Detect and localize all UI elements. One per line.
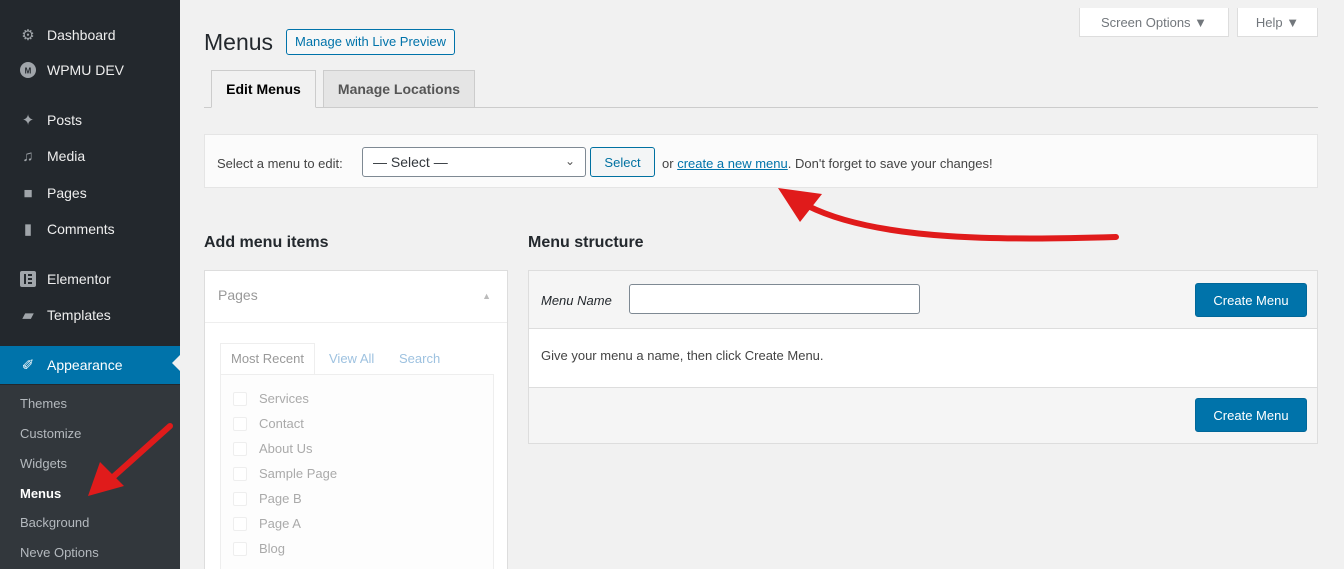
- sidebar-item-posts[interactable]: ✦ Posts: [0, 103, 180, 137]
- sidebar-item-comments[interactable]: ▮ Comments: [0, 212, 180, 246]
- svg-text:M: M: [25, 67, 32, 76]
- submenu-widgets[interactable]: Widgets: [20, 456, 67, 471]
- pin-icon: ✦: [21, 112, 35, 129]
- menu-select-bar: Select a menu to edit: — Select — ⌄ Sele…: [204, 134, 1318, 188]
- select-note: or create a new menu. Don't forget to sa…: [662, 156, 993, 171]
- admin-sidebar: ⚙ Dashboard M WPMU DEV ✦ Posts ♫ Media ■…: [0, 0, 180, 569]
- list-item[interactable]: About Us: [233, 441, 312, 456]
- sidebar-item-label: Dashboard: [47, 27, 116, 43]
- dashboard-icon: ⚙: [21, 27, 35, 44]
- page-label: Blog: [259, 541, 286, 556]
- comment-icon: ▮: [23, 221, 33, 238]
- page-label: Contact: [259, 416, 304, 431]
- sidebar-item-dashboard[interactable]: ⚙ Dashboard: [0, 18, 180, 52]
- screen-options-button[interactable]: Screen Options ▼: [1079, 8, 1229, 37]
- submenu-themes[interactable]: Themes: [20, 396, 67, 411]
- collapse-toggle-icon[interactable]: ▲: [482, 291, 491, 301]
- checkbox[interactable]: [233, 391, 247, 406]
- menu-structure-header: Menu Name Create Menu: [529, 271, 1317, 329]
- checkbox[interactable]: [233, 441, 247, 456]
- list-item[interactable]: Services: [233, 391, 309, 406]
- page-title: Menus: [204, 29, 274, 55]
- page-label: Sample Page: [259, 466, 338, 481]
- menu-instructions: Give your menu a name, then click Create…: [541, 348, 824, 363]
- sidebar-item-templates[interactable]: ▰ Templates: [0, 298, 180, 332]
- annotation-arrow-create-link: [778, 188, 1119, 242]
- wpmudev-icon: M: [18, 60, 38, 80]
- create-menu-button-bottom[interactable]: Create Menu: [1195, 398, 1307, 432]
- checkbox[interactable]: [233, 466, 247, 481]
- brush-icon: ✐: [21, 357, 35, 374]
- page-label: About Us: [259, 441, 313, 456]
- add-menu-items-heading: Add menu items: [204, 234, 329, 251]
- tab-manage-locations[interactable]: Manage Locations: [323, 70, 475, 108]
- tab-search[interactable]: Search: [399, 351, 440, 366]
- submenu-neve-options[interactable]: Neve Options: [20, 545, 99, 560]
- sidebar-item-label: Pages: [47, 185, 87, 201]
- menu-structure-heading: Menu structure: [528, 234, 644, 251]
- checkbox[interactable]: [233, 416, 247, 431]
- sidebar-item-elementor[interactable]: Elementor: [0, 262, 180, 296]
- help-button[interactable]: Help ▼: [1237, 8, 1318, 37]
- menu-structure-footer: Create Menu: [529, 387, 1317, 443]
- list-item[interactable]: Sample Page: [233, 466, 337, 481]
- sidebar-item-label: Templates: [47, 307, 111, 323]
- live-preview-button[interactable]: Manage with Live Preview: [286, 29, 456, 55]
- page-label: Page A: [259, 516, 301, 531]
- tab-most-recent[interactable]: Most Recent: [220, 343, 315, 375]
- sidebar-item-pages[interactable]: ■ Pages: [0, 176, 180, 210]
- sidebar-item-label: Comments: [47, 221, 115, 237]
- sidebar-item-appearance[interactable]: ✐ Appearance: [0, 346, 180, 384]
- menu-name-label: Menu Name: [541, 293, 612, 308]
- note-prefix: or: [662, 156, 674, 171]
- sidebar-item-media[interactable]: ♫ Media: [0, 139, 180, 173]
- list-item[interactable]: Page A: [233, 516, 301, 531]
- pages-checklist: Services Contact About Us Sample Page Pa…: [220, 374, 494, 569]
- list-item[interactable]: Blog: [233, 541, 285, 556]
- pages-panel: Pages ▲ Most Recent View All Search Serv…: [204, 270, 508, 569]
- list-item[interactable]: Contact: [233, 416, 304, 431]
- sidebar-item-wpmudev[interactable]: M WPMU DEV: [0, 53, 180, 87]
- create-new-menu-link[interactable]: create a new menu: [677, 156, 788, 171]
- submenu-menus[interactable]: Menus: [20, 486, 61, 501]
- sidebar-item-label: Elementor: [47, 271, 111, 287]
- appearance-submenu: Themes Customize Widgets Menus Backgroun…: [0, 385, 180, 569]
- list-item[interactable]: Page B: [233, 491, 302, 506]
- checkbox[interactable]: [233, 541, 247, 556]
- folder-icon: ▰: [22, 307, 34, 324]
- menu-select-dropdown[interactable]: — Select — ⌄: [362, 147, 586, 177]
- menu-select-value: — Select —: [373, 154, 448, 170]
- page-label: Services: [259, 391, 309, 406]
- sidebar-item-label: WPMU DEV: [47, 62, 124, 78]
- submenu-background[interactable]: Background: [20, 515, 89, 530]
- pages-panel-title[interactable]: Pages: [218, 287, 258, 303]
- select-menu-label: Select a menu to edit:: [217, 156, 343, 171]
- page-label: Page B: [259, 491, 302, 506]
- elementor-icon: [18, 269, 38, 289]
- sidebar-item-label: Appearance: [47, 357, 123, 373]
- note-suffix: . Don't forget to save your changes!: [787, 156, 993, 171]
- checkbox[interactable]: [233, 491, 247, 506]
- tab-view-all[interactable]: View All: [329, 351, 374, 366]
- menu-structure-panel: Menu Name Create Menu Give your menu a n…: [528, 270, 1318, 444]
- tab-edit-menus[interactable]: Edit Menus: [211, 70, 316, 108]
- select-button[interactable]: Select: [590, 147, 655, 177]
- chevron-down-icon: ⌄: [564, 154, 575, 168]
- sidebar-item-label: Posts: [47, 112, 83, 128]
- submenu-customize[interactable]: Customize: [20, 426, 81, 441]
- pages-icon: ■: [23, 184, 33, 202]
- media-icon: ♫: [22, 147, 34, 165]
- checkbox[interactable]: [233, 516, 247, 531]
- panel-divider: [205, 322, 507, 323]
- create-menu-button[interactable]: Create Menu: [1195, 283, 1307, 317]
- menu-name-input[interactable]: [629, 284, 920, 314]
- sidebar-item-label: Media: [47, 148, 86, 164]
